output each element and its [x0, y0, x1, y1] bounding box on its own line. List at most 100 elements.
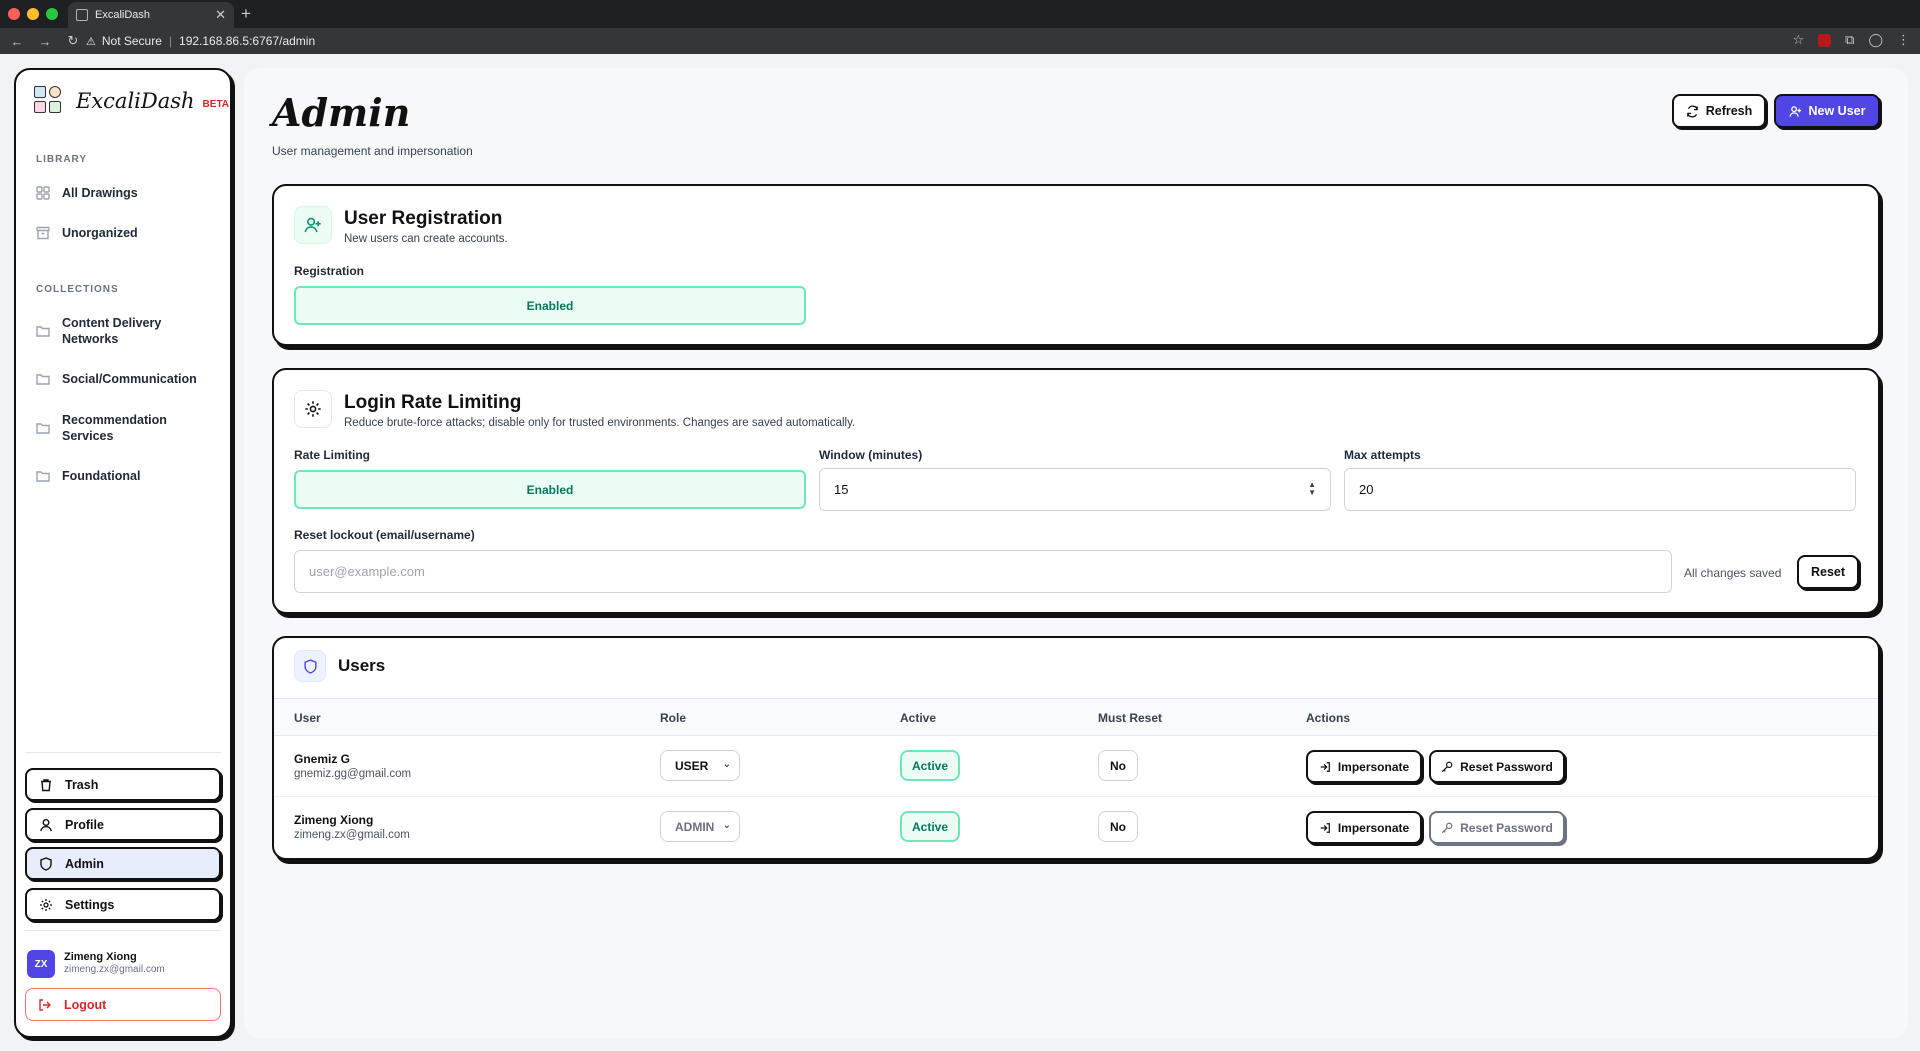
sidebar-item-label: All Drawings [62, 186, 138, 200]
user-name: Zimeng Xiong [294, 813, 374, 827]
active-badge[interactable]: Active [900, 811, 961, 842]
url-text: 192.168.86.5:6767/admin [179, 34, 316, 48]
collections-section-label: COLLECTIONS [36, 284, 119, 295]
folder-icon [36, 326, 50, 337]
role-select[interactable]: USER ⌄ [660, 750, 740, 781]
reset-password-button[interactable]: Reset Password [1429, 811, 1565, 844]
window-label: Window (minutes) [819, 448, 923, 462]
library-section-label: LIBRARY [36, 154, 88, 165]
user-plus-icon [294, 206, 332, 244]
folder-icon [36, 471, 50, 482]
extensions-puzzle-icon[interactable]: ⧉ [1845, 32, 1854, 48]
avatar: ZX [27, 950, 55, 978]
archive-icon [36, 226, 50, 240]
sidebar-divider [25, 930, 221, 931]
close-window-button[interactable] [8, 8, 20, 20]
reset-lockout-input[interactable]: user@example.com [294, 550, 1672, 593]
beta-badge: BETA [202, 98, 230, 110]
minimize-window-button[interactable] [27, 8, 39, 20]
max-attempts-input[interactable]: 20 [1344, 468, 1856, 511]
user-name: Gnemiz G [294, 752, 351, 766]
trash-icon [41, 778, 51, 791]
rate-limiting-toggle[interactable]: Enabled [294, 470, 806, 509]
bookmark-star-icon[interactable]: ☆ [1792, 32, 1804, 48]
user-email: gnemiz.gg@gmail.com [294, 768, 412, 780]
sidebar-item-label: Profile [65, 817, 104, 832]
reset-password-button[interactable]: Reset Password [1429, 750, 1565, 783]
collection-label: Social/Communication [62, 372, 197, 386]
collection-item[interactable]: Social/Communication [36, 371, 212, 387]
save-status: All changes saved [1684, 566, 1782, 580]
key-icon [1442, 761, 1453, 772]
collection-item[interactable]: Foundational [36, 468, 212, 484]
max-attempts-label: Max attempts [1344, 448, 1421, 462]
browser-tabstrip: ExcaliDash ✕ + [0, 0, 1920, 28]
browser-tab[interactable]: ExcaliDash ✕ [68, 2, 234, 28]
sidebar-item-label: Trash [65, 777, 99, 792]
user-plus-icon [1788, 105, 1801, 117]
table-row: Gnemiz G gnemiz.gg@gmail.com USER ⌄ Acti… [274, 736, 1878, 797]
menu-kebab-icon[interactable]: ⋮ [1897, 32, 1910, 48]
page-subtitle: User management and impersonation [272, 144, 473, 158]
table-row: Zimeng Xiong zimeng.zx@gmail.com ADMIN ⌄… [274, 797, 1878, 858]
back-icon[interactable]: ← [3, 34, 31, 49]
collection-label: Foundational [62, 469, 141, 483]
new-tab-button[interactable]: + [241, 4, 251, 24]
sidebar-item-all-drawings[interactable]: All Drawings [36, 185, 212, 201]
window-minutes-input[interactable]: 15 ▲ ▼ [819, 468, 1331, 511]
collection-item[interactable]: Recommendation Services [36, 412, 212, 444]
sidebar-item-admin[interactable]: Admin [25, 847, 221, 880]
extension-ublock-icon[interactable] [1818, 33, 1832, 47]
logout-label: Logout [64, 997, 107, 1012]
users-title: Users [338, 656, 386, 675]
logout-button[interactable]: Logout [25, 988, 221, 1021]
role-select[interactable]: ADMIN ⌄ [660, 811, 740, 842]
forward-icon[interactable]: → [31, 34, 59, 49]
users-card: Users User Role Active Must Reset Action… [272, 636, 1880, 860]
new-user-button[interactable]: New User [1774, 94, 1880, 128]
stepper-arrows-icon[interactable]: ▲ ▼ [1308, 481, 1316, 497]
must-reset-badge[interactable]: No [1098, 811, 1138, 842]
chevron-down-icon: ⌄ [722, 759, 731, 770]
close-tab-icon[interactable]: ✕ [215, 7, 226, 23]
registration-subtitle: New users can create accounts. [344, 233, 508, 245]
refresh-button[interactable]: Refresh [1672, 94, 1766, 128]
app-logo[interactable]: ExcaliDash BETA [34, 86, 229, 116]
reset-lockout-button[interactable]: Reset [1797, 555, 1859, 589]
rate-limiting-title: Login Rate Limiting [344, 392, 522, 413]
current-user-name: Zimeng Xiong [64, 951, 137, 963]
user-icon [40, 818, 52, 831]
browser-actions: ☆ ⧉ ◯ ⋮ [1792, 32, 1910, 48]
sidebar-item-label: Settings [65, 897, 115, 912]
sidebar-item-profile[interactable]: Profile [25, 808, 221, 841]
page-title: Admin [272, 90, 411, 135]
profile-icon[interactable]: ◯ [1868, 32, 1883, 48]
folder-icon [36, 423, 50, 434]
registration-label: Registration [294, 264, 365, 278]
sidebar-item-unorganized[interactable]: Unorganized [36, 225, 212, 241]
shield-icon [40, 856, 52, 871]
registration-card: User Registration New users can create a… [272, 184, 1880, 346]
key-icon [1442, 822, 1453, 833]
impersonate-button[interactable]: Impersonate [1306, 750, 1422, 783]
refresh-icon [1686, 105, 1698, 117]
user-email: zimeng.zx@gmail.com [294, 829, 410, 841]
sidebar-item-trash[interactable]: Trash [25, 768, 221, 801]
security-label: Not Secure [101, 34, 162, 48]
address-bar[interactable]: ⚠ Not Secure | 192.168.86.5:6767/admin [86, 30, 1786, 52]
logout-icon [39, 998, 51, 1011]
app-name: ExcaliDash [76, 89, 195, 113]
collection-item[interactable]: Content Delivery Networks [36, 315, 212, 347]
rate-limiting-subtitle: Reduce brute-force attacks; disable only… [344, 417, 856, 429]
registration-toggle[interactable]: Enabled [294, 286, 806, 325]
must-reset-badge[interactable]: No [1098, 750, 1138, 781]
reload-icon[interactable]: ↻ [59, 33, 87, 49]
login-arrow-icon [1320, 822, 1330, 833]
maximize-window-button[interactable] [46, 8, 58, 20]
sidebar-item-settings[interactable]: Settings [25, 888, 221, 921]
grid-icon [36, 186, 50, 200]
impersonate-button[interactable]: Impersonate [1306, 811, 1422, 844]
active-badge[interactable]: Active [900, 750, 961, 781]
rate-limiting-label: Rate Limiting [294, 448, 371, 462]
column-header: Actions [1306, 711, 1351, 725]
